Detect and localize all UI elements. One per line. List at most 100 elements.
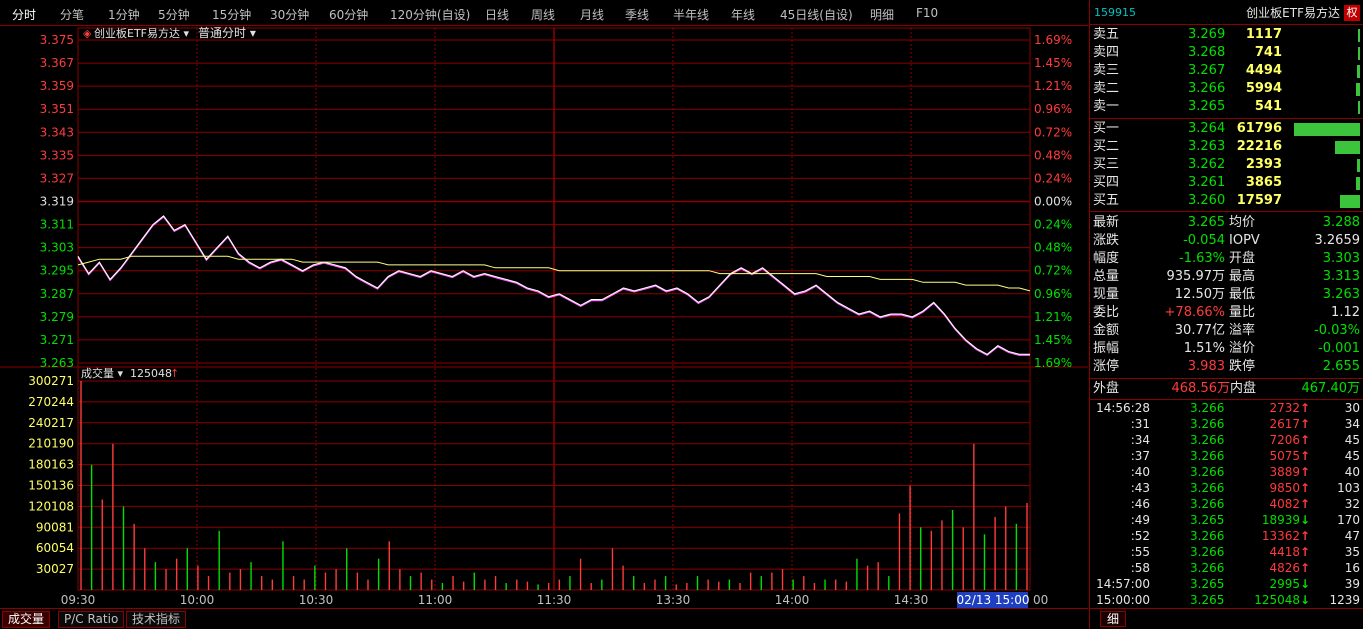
tick-direction-icon: ↑ [1300, 433, 1311, 447]
chart-mode-selector[interactable]: 普通分时 ▾ [198, 26, 256, 40]
volume-tick-label: 90081 [36, 520, 74, 534]
bottom-tab-bar: 成交量 P/C Ratio 技术指标 [0, 608, 1088, 629]
tick-row[interactable]: 14:57:00 3.265 2995 ↓ 39 [1090, 576, 1363, 592]
tick-price: 3.266 [1190, 529, 1225, 543]
buy-level-row[interactable]: 买三 3.262 2393 [1090, 156, 1363, 174]
tick-row[interactable]: :55 3.266 4418 ↑ 35 [1090, 544, 1363, 560]
level-label: 卖一 [1093, 99, 1120, 114]
stat-value: 12.50万 [1174, 287, 1225, 302]
tick-count: 34 [1344, 417, 1360, 431]
price-tick-label: 3.279 [40, 310, 74, 324]
stat-value: 3.263 [1322, 287, 1360, 302]
tick-volume: 18939 [1261, 513, 1300, 527]
price-tick-label: 3.311 [40, 218, 74, 232]
tick-count: 16 [1344, 561, 1360, 575]
sell-level-row[interactable]: 卖三 3.267 4494 [1090, 62, 1363, 80]
level-volume: 541 [1254, 99, 1282, 114]
price-tick-label: 3.263 [40, 356, 74, 370]
stat-label: 最低 [1229, 287, 1256, 302]
buy-level-row[interactable]: 买四 3.261 3865 [1090, 174, 1363, 192]
stat-label: 均价 [1229, 215, 1256, 230]
stat-value: +78.66% [1164, 305, 1225, 320]
stat-value: 1.12 [1331, 305, 1360, 320]
volume-tick-label: 240217 [28, 416, 74, 430]
buy-level-row[interactable]: 买二 3.263 22216 [1090, 138, 1363, 156]
level-volume-bar [1358, 101, 1360, 114]
level-price: 3.262 [1188, 157, 1226, 172]
tick-count: 47 [1344, 529, 1360, 543]
volume-value: 125048 [130, 367, 172, 380]
tick-row[interactable]: :46 3.266 4082 ↑ 32 [1090, 496, 1363, 512]
tick-row[interactable]: :43 3.266 9850 ↑ 103 [1090, 480, 1363, 496]
tick-time: :46 [1130, 497, 1150, 511]
indicator-tab[interactable]: 技术指标 [126, 611, 187, 628]
tick-direction-icon: ↓ [1300, 593, 1311, 607]
level-label: 卖四 [1093, 45, 1120, 60]
buy-level-row[interactable]: 买五 3.260 17597 [1090, 192, 1363, 210]
rights-badge[interactable]: 权 [1344, 5, 1360, 21]
tick-direction-icon: ↓ [1300, 513, 1311, 527]
sell-level-row[interactable]: 卖二 3.266 5994 [1090, 80, 1363, 98]
stat-value: -0.054 [1183, 233, 1225, 248]
level-price: 3.261 [1188, 175, 1226, 190]
sell-level-row[interactable]: 卖五 3.269 1117 [1090, 26, 1363, 44]
buy-level-row[interactable]: 买一 3.264 61796 [1090, 120, 1363, 138]
tick-row[interactable]: :52 3.266 13362 ↑ 47 [1090, 528, 1363, 544]
stat-row: 金额 30.77亿 溢率 -0.03% [1090, 322, 1363, 340]
stat-value: 30.77亿 [1174, 323, 1225, 338]
volume-tick-label: 30027 [36, 562, 74, 576]
stat-label: 振幅 [1093, 341, 1120, 356]
indicator-tab[interactable]: P/C Ratio [58, 611, 125, 628]
stat-value: 3.303 [1322, 251, 1360, 266]
tick-row[interactable]: :34 3.266 7206 ↑ 45 [1090, 432, 1363, 448]
sell-level-row[interactable]: 卖四 3.268 741 [1090, 44, 1363, 62]
tick-row[interactable]: :58 3.266 4826 ↑ 16 [1090, 560, 1363, 576]
stat-label: 最高 [1229, 269, 1256, 284]
time-tick-label: 13:30 [656, 593, 691, 607]
tick-time: :52 [1130, 529, 1150, 543]
stat-value: 3.265 [1187, 215, 1225, 230]
pct-tick-label: 0.72% [1034, 125, 1072, 139]
tick-volume: 2995 [1269, 577, 1300, 591]
tick-row[interactable]: :49 3.265 18939 ↓ 170 [1090, 512, 1363, 528]
intraday-chart[interactable]: 3.375 1.69% 3.367 1.45% 3.359 1.21% 3.351 0.96%… [0, 0, 1088, 629]
stat-row: 振幅 1.51% 溢价 -0.001 [1090, 340, 1363, 358]
tick-volume: 4082 [1269, 497, 1300, 511]
tick-count: 39 [1344, 577, 1360, 591]
tick-price: 3.266 [1190, 433, 1225, 447]
stat-label: 溢率 [1229, 323, 1256, 338]
level-volume: 2393 [1245, 157, 1282, 172]
pct-tick-label: 0.48% [1034, 148, 1072, 162]
tick-row[interactable]: :37 3.266 5075 ↑ 45 [1090, 448, 1363, 464]
sell-level-row[interactable]: 卖一 3.265 541 [1090, 98, 1363, 116]
tick-direction-icon: ↓ [1300, 577, 1311, 591]
tick-time: 14:56:28 [1096, 401, 1150, 415]
tick-count: 35 [1344, 545, 1360, 559]
tick-row[interactable]: 15:00:00 3.265 125048 ↓ 1239 [1090, 592, 1363, 608]
tick-row[interactable]: 14:56:28 3.266 2732 ↑ 30 [1090, 400, 1363, 416]
stat-row: 现量 12.50万 最低 3.263 [1090, 286, 1363, 304]
pct-tick-label: 1.69% [1034, 33, 1072, 47]
tick-row[interactable]: :40 3.266 3889 ↑ 40 [1090, 464, 1363, 480]
quote-title-row: 159915 创业板ETF易方达 权 [1090, 4, 1363, 22]
tick-count: 40 [1344, 465, 1360, 479]
tick-time: :49 [1130, 513, 1150, 527]
level-volume-bar [1335, 141, 1360, 154]
tick-direction-icon: ↑ [1300, 465, 1311, 479]
volume-tick-label: 150136 [28, 478, 74, 492]
level-volume: 3865 [1245, 175, 1282, 190]
security-name-selector[interactable]: 创业板ETF易方达 ▾ [94, 26, 189, 40]
stat-row: 涨跌 -0.054 IOPV 3.2659 [1090, 232, 1363, 250]
detail-tab[interactable]: 细 [1100, 611, 1127, 627]
tick-volume: 125048 [1254, 593, 1300, 607]
divider [1090, 378, 1363, 379]
stat-label: 现量 [1093, 287, 1120, 302]
level-label: 买一 [1093, 121, 1120, 136]
tick-count: 45 [1344, 433, 1360, 447]
time-tick-label: 10:30 [299, 593, 334, 607]
level-volume-bar [1357, 159, 1360, 172]
level-label: 卖二 [1093, 81, 1120, 96]
price-tick-label: 3.303 [40, 241, 74, 255]
tick-row[interactable]: :31 3.266 2617 ↑ 34 [1090, 416, 1363, 432]
indicator-tab[interactable]: 成交量 [2, 611, 51, 628]
